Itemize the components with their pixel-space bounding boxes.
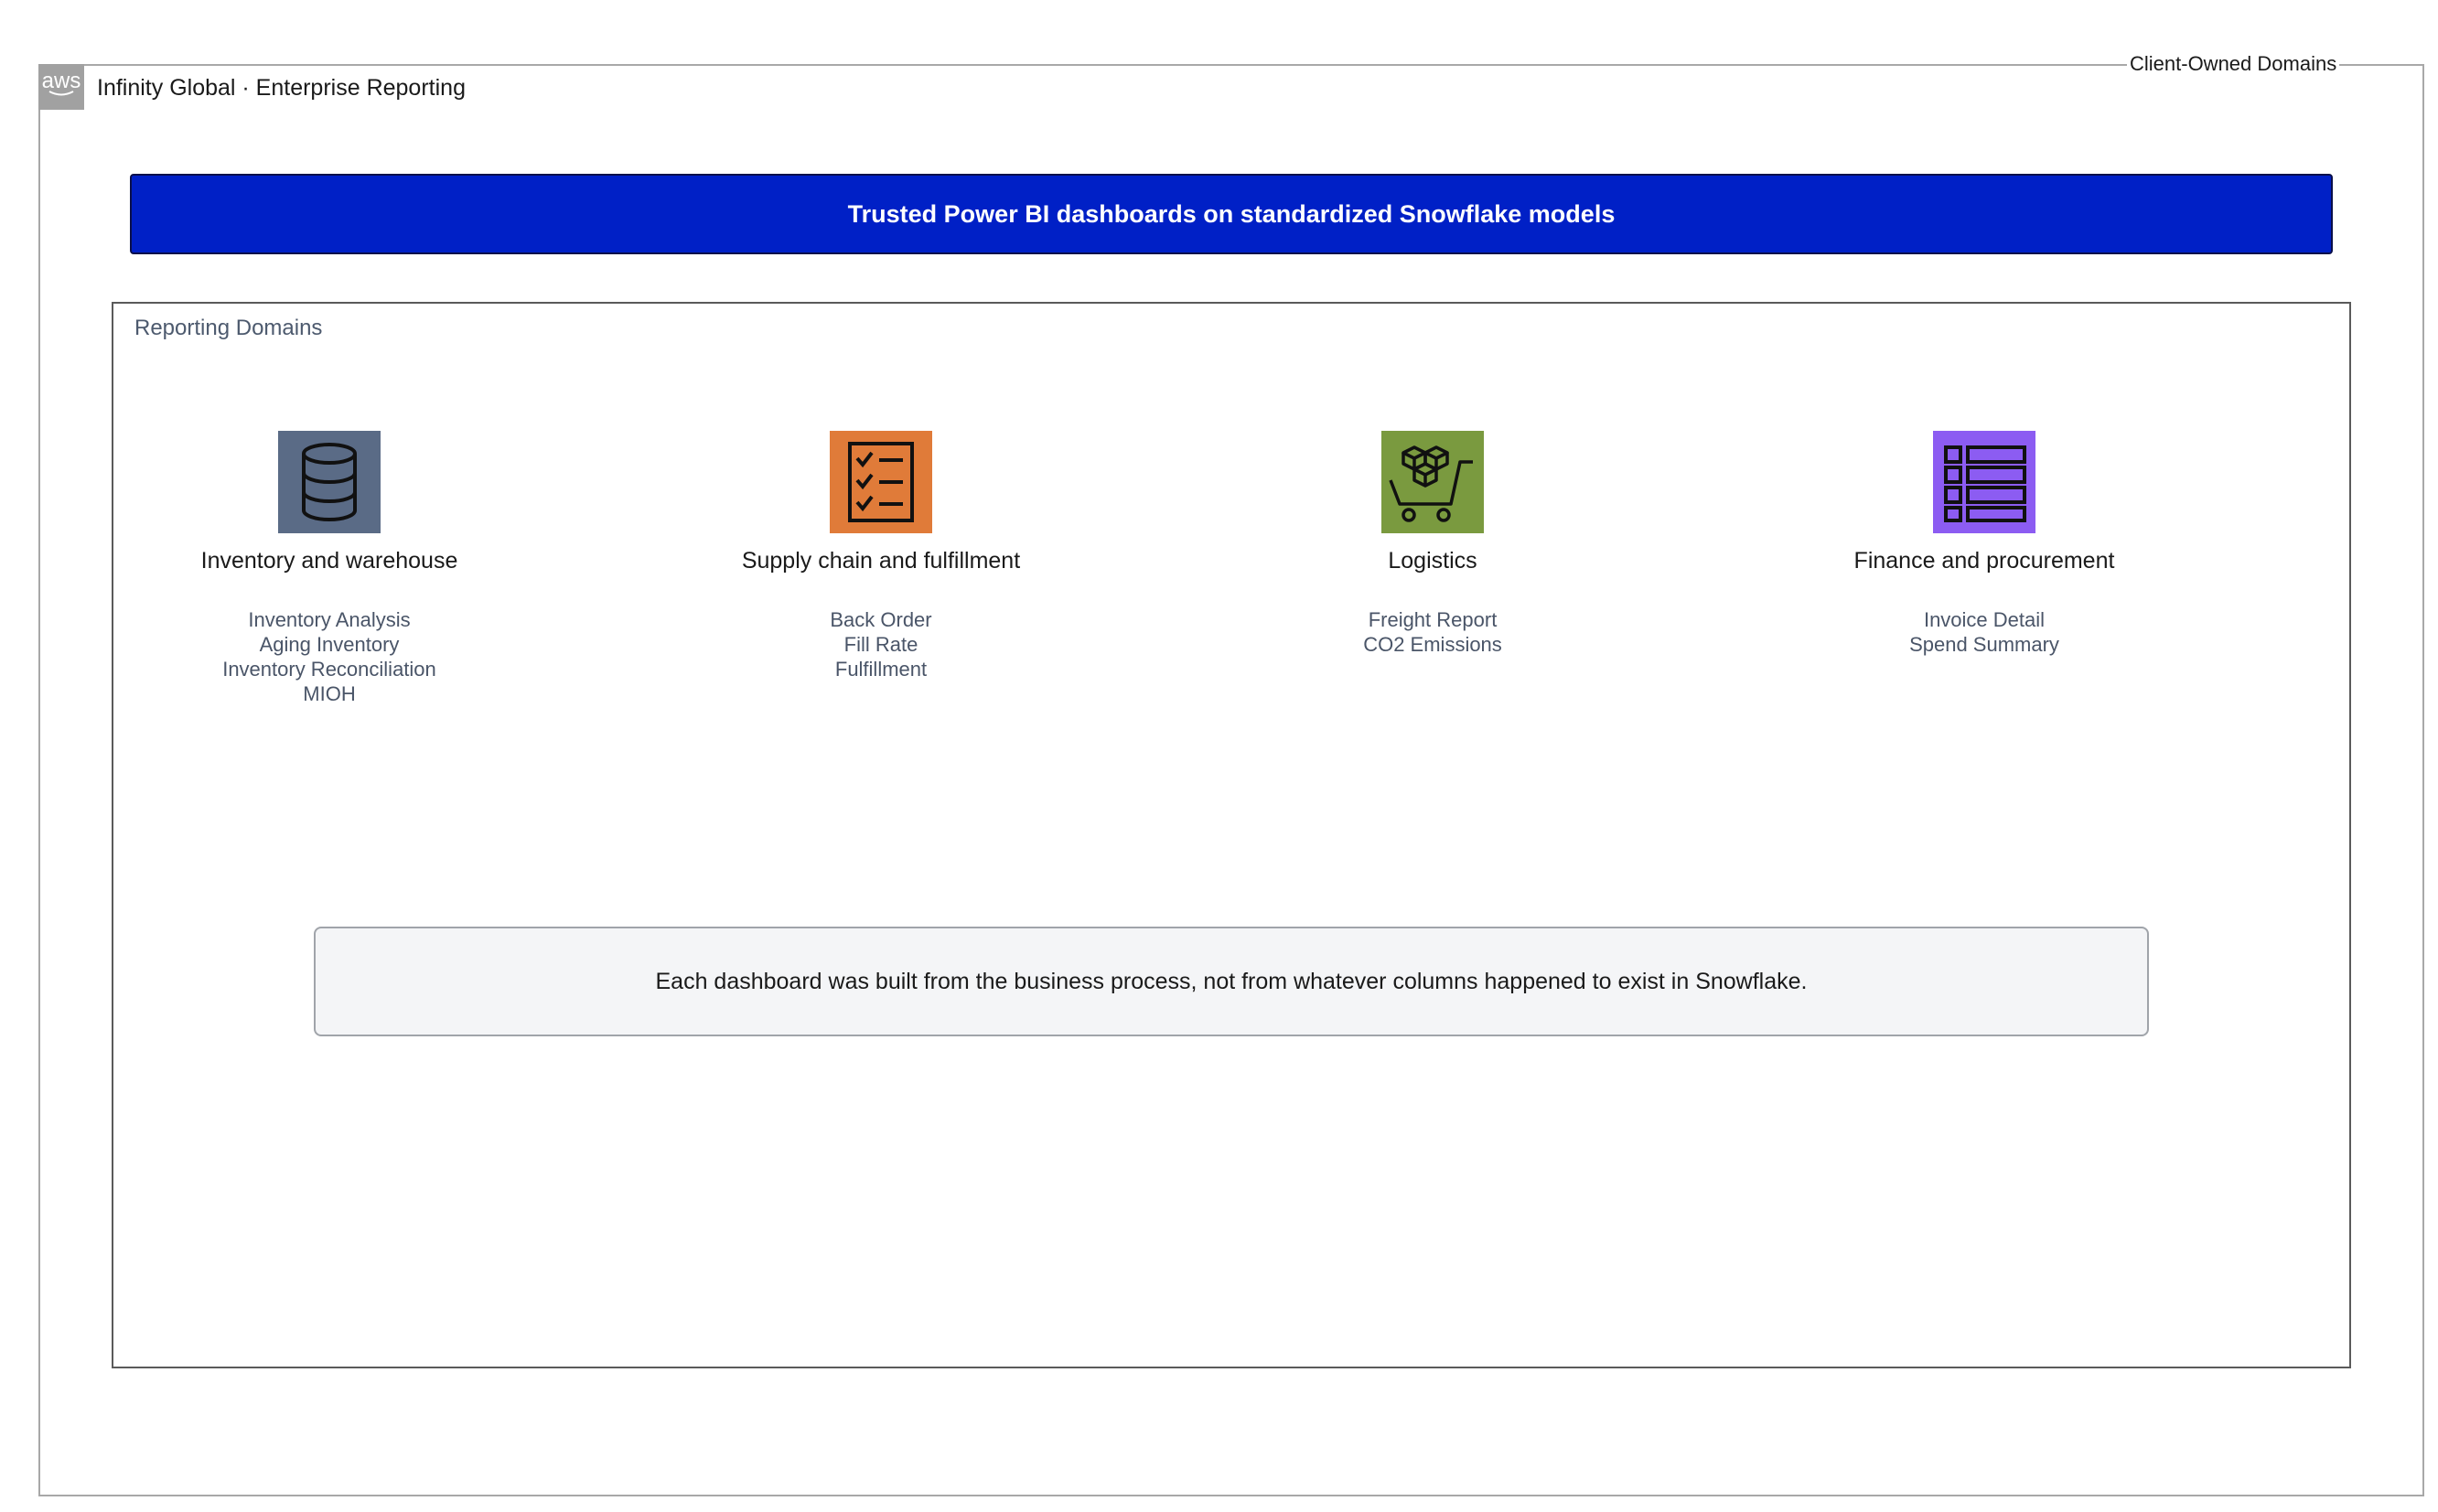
domain-finance: Finance and procurement Invoice Detail S… — [1756, 431, 2213, 657]
domain-name: Logistics — [1388, 548, 1477, 574]
reporting-domains-label: Reporting Domains — [134, 316, 323, 340]
domain-name: Inventory and warehouse — [200, 548, 458, 574]
domain-supply-chain: Supply chain and fulfillment Back Order … — [652, 431, 1110, 681]
domain-name: Finance and procurement — [1853, 548, 2115, 574]
checklist-icon — [830, 431, 932, 533]
report-item: Inventory Analysis — [248, 608, 411, 631]
report-item: Inventory Reconciliation — [222, 658, 436, 681]
principle-note: Each dashboard was built from the busine… — [314, 927, 2149, 1036]
shopping-cart-packages-icon — [1381, 431, 1484, 533]
aws-smile-icon — [48, 91, 74, 96]
report-item: CO2 Emissions — [1363, 633, 1502, 656]
database-icon — [278, 431, 381, 533]
table-list-icon — [1933, 431, 2035, 533]
aws-logo-text: aws — [41, 69, 81, 93]
report-list: Back Order Fill Rate Fulfillment — [652, 607, 1110, 681]
domain-logistics: Logistics Freight Report CO2 Emissions — [1204, 431, 1661, 657]
report-item: Fulfillment — [834, 658, 928, 681]
report-item: Aging Inventory — [259, 633, 400, 656]
report-list: Freight Report CO2 Emissions — [1204, 607, 1661, 657]
group-label: Client-Owned Domains — [2127, 52, 2340, 76]
report-item: Back Order — [830, 608, 932, 631]
domain-name: Supply chain and fulfillment — [741, 548, 1021, 574]
diagram-title: Infinity Global · Enterprise Reporting — [97, 75, 466, 101]
report-item: Freight Report — [1368, 608, 1498, 631]
report-item: MIOH — [303, 682, 356, 705]
report-list: Inventory Analysis Aging Inventory Inven… — [101, 607, 558, 706]
report-list: Invoice Detail Spend Summary — [1756, 607, 2213, 657]
domain-inventory: Inventory and warehouse Inventory Analys… — [101, 431, 558, 706]
report-item: Fill Rate — [843, 633, 918, 656]
report-item: Spend Summary — [1909, 633, 2059, 656]
headline-banner: Trusted Power BI dashboards on standardi… — [130, 174, 2333, 254]
report-item: Invoice Detail — [1923, 608, 2046, 631]
aws-logo-icon: aws — [38, 64, 84, 110]
